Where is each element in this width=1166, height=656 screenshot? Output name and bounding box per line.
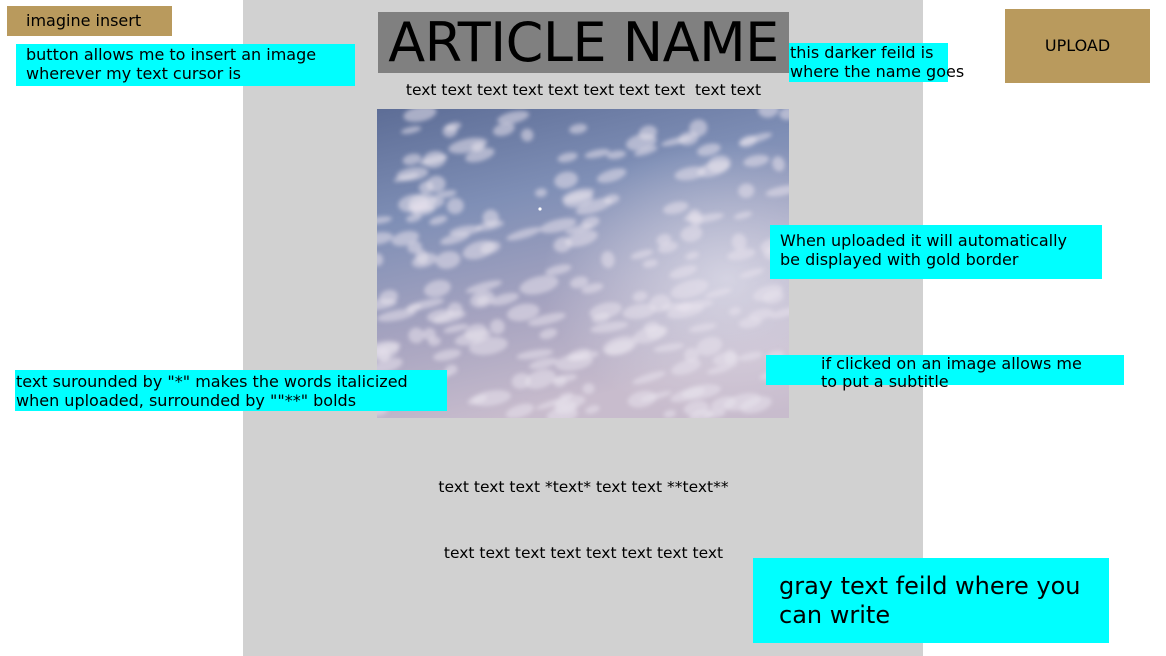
annotation-formatting: text surounded by "*" makes the words it… <box>15 370 447 411</box>
article-body-line: text text text text text text text text <box>443 544 724 562</box>
image-insert-button[interactable]: imagine insert <box>7 6 172 36</box>
article-text-line[interactable]: text text text text text text text text … <box>378 80 789 100</box>
article-body-text[interactable]: text text text *text* text text **text**… <box>378 432 789 586</box>
annotation-subtitle: if clicked on an image allows me to put … <box>766 355 1124 391</box>
annotation-text-field: gray text feild where you can write <box>753 558 1109 643</box>
annotation-insert-button: button allows me to insert an image wher… <box>16 44 355 86</box>
annotation-upload: When uploaded it will automatically be d… <box>770 225 1102 279</box>
article-body-line: text text text *text* text text **text** <box>438 478 729 496</box>
article-title-field[interactable]: ARTICLE NAME <box>378 12 789 73</box>
annotation-title-field: this darker feild is where the name goes <box>789 43 965 82</box>
upload-button[interactable]: UPLOAD <box>1005 9 1150 83</box>
